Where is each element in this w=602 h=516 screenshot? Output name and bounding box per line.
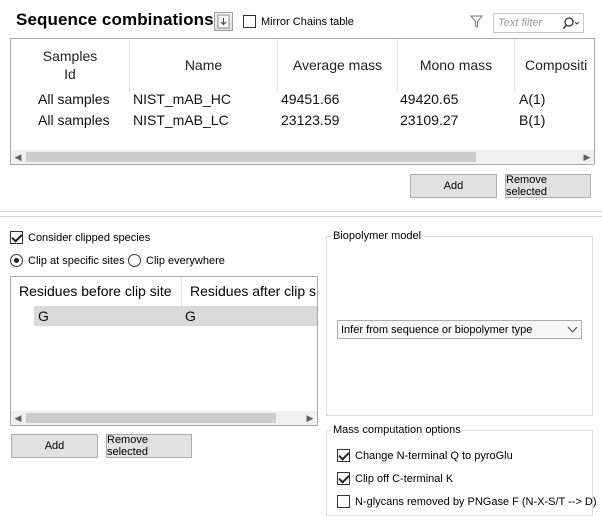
cell-composition: A(1): [519, 91, 546, 107]
column-header-average-mass[interactable]: Average mass: [278, 39, 398, 91]
mass-computation-label: Mass computation options: [331, 424, 463, 436]
consider-clipped-label: Consider clipped species: [28, 231, 151, 244]
mirror-chains-label: Mirror Chains table: [261, 15, 354, 28]
scrollbar-thumb[interactable]: [26, 413, 276, 423]
clip-specific-label: Clip at specific sites: [28, 254, 125, 267]
clip-everywhere-radio[interactable]: [128, 254, 141, 267]
option-pyroglu[interactable]: Change N-terminal Q to pyroGlu: [337, 449, 513, 462]
text-filter-box[interactable]: [493, 13, 584, 33]
page-title: Sequence combinations: [16, 10, 214, 29]
chevron-down-icon[interactable]: [567, 322, 578, 333]
column-header-samples-id[interactable]: Samples Id: [11, 39, 130, 91]
horizontal-scrollbar[interactable]: ◀ ▶: [11, 150, 594, 164]
download-arrow-icon: [217, 14, 230, 29]
cell-mono-mass: 49420.65: [400, 91, 459, 107]
add-combination-button[interactable]: Add: [410, 174, 497, 198]
cell-average-mass: 23123.59: [281, 112, 340, 128]
biopolymer-model-value: Infer from sequence or biopolymer type: [341, 323, 533, 336]
biopolymer-model-label: Biopolymer model: [331, 230, 424, 242]
cell-mono-mass: 23109.27: [400, 112, 459, 128]
n-glycans-label: N-glycans removed by PNGase F (N-X-S/T -…: [355, 495, 597, 508]
clip-everywhere-option[interactable]: Clip everywhere: [128, 254, 225, 267]
cell-composition: B(1): [519, 112, 546, 128]
cell-samples-id: All samples: [38, 112, 110, 128]
column-header-residues-before[interactable]: Residues before clip site: [11, 277, 182, 306]
mirror-chains-checkbox[interactable]: [243, 15, 256, 28]
scroll-left-arrow-icon[interactable]: ◀: [11, 411, 25, 425]
column-header-name[interactable]: Name: [130, 39, 278, 91]
column-header-composition[interactable]: Compositi: [515, 39, 594, 91]
divider: [0, 211, 602, 212]
filter-icon[interactable]: [469, 14, 484, 32]
biopolymer-model-select[interactable]: Infer from sequence or biopolymer type: [337, 320, 582, 339]
column-header-residues-after[interactable]: Residues after clip si: [182, 277, 317, 306]
table-row[interactable]: G G: [34, 306, 317, 326]
divider: [0, 216, 602, 217]
remove-selected-combination-button[interactable]: Remove selected: [505, 174, 591, 198]
mirror-chains-toggle[interactable]: Mirror Chains table: [243, 15, 354, 28]
option-n-glycans-removed[interactable]: N-glycans removed by PNGase F (N-X-S/T -…: [337, 495, 597, 508]
consider-clipped-checkbox[interactable]: [10, 231, 23, 244]
scroll-right-arrow-icon[interactable]: ▶: [580, 150, 594, 164]
consider-clipped-toggle[interactable]: Consider clipped species: [10, 231, 150, 244]
horizontal-scrollbar[interactable]: ◀ ▶: [11, 411, 317, 425]
export-icon[interactable]: [214, 12, 233, 31]
scroll-left-arrow-icon[interactable]: ◀: [11, 150, 25, 164]
cell-samples-id: All samples: [38, 91, 110, 107]
sequence-combinations-table[interactable]: Samples Id Name Average mass Mono mass C…: [10, 38, 595, 165]
cell-average-mass: 49451.66: [281, 91, 340, 107]
cell-residue-after: G: [185, 308, 196, 324]
search-icon[interactable]: [562, 16, 581, 33]
scroll-right-arrow-icon[interactable]: ▶: [303, 411, 317, 425]
option-clip-c-terminal-k[interactable]: Clip off C-terminal K: [337, 472, 453, 485]
cell-name: NIST_mAB_LC: [133, 112, 229, 128]
clip-c-terminal-k-label: Clip off C-terminal K: [355, 472, 454, 485]
column-header-mono-mass[interactable]: Mono mass: [398, 39, 515, 91]
add-clip-site-button[interactable]: Add: [11, 434, 98, 458]
n-glycans-checkbox[interactable]: [337, 495, 350, 508]
remove-selected-clip-site-button[interactable]: Remove selected: [106, 434, 192, 458]
pyroglu-label: Change N-terminal Q to pyroGlu: [355, 449, 513, 462]
cell-residue-before: G: [38, 308, 49, 324]
scrollbar-thumb[interactable]: [26, 152, 476, 162]
pyroglu-checkbox[interactable]: [337, 449, 350, 462]
clip-sites-table[interactable]: Residues before clip site Residues after…: [10, 276, 318, 426]
text-filter-input[interactable]: [494, 14, 558, 32]
clip-specific-option[interactable]: Clip at specific sites: [10, 254, 125, 267]
clip-specific-radio[interactable]: [10, 254, 23, 267]
clip-c-terminal-k-checkbox[interactable]: [337, 472, 350, 485]
clip-everywhere-label: Clip everywhere: [146, 254, 225, 267]
cell-name: NIST_mAB_HC: [133, 91, 232, 107]
